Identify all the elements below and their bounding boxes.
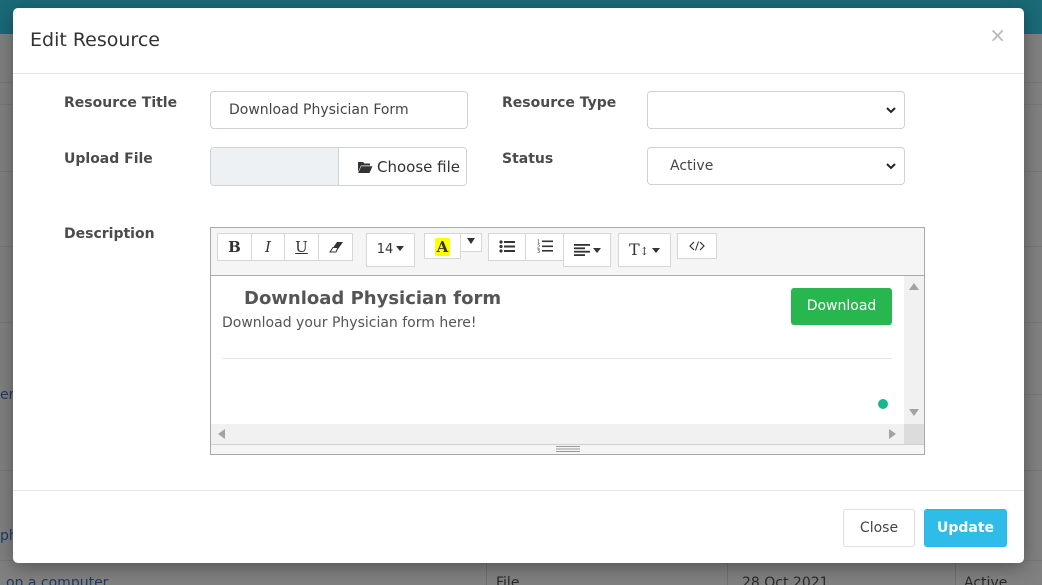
modal-title: Edit Resource (30, 29, 160, 51)
code-view-button[interactable] (677, 233, 717, 259)
chevron-down-icon (886, 163, 896, 170)
status-label: Status (502, 151, 554, 167)
vertical-scrollbar[interactable] (904, 276, 924, 424)
chevron-down-icon (886, 107, 896, 114)
font-size-dropdown[interactable]: 14 (366, 233, 415, 267)
highlight-icon: A (434, 238, 451, 256)
caret-down-icon (396, 246, 405, 251)
clear-format-button[interactable] (318, 233, 353, 261)
choose-file-button[interactable]: Choose file (338, 148, 466, 185)
style-dropdown[interactable]: T↕ (618, 233, 671, 267)
description-label: Description (64, 226, 155, 242)
modal-header: Edit Resource × (13, 8, 1024, 74)
editor-toolbar: B I U 14 A 123 T↕ (211, 228, 924, 276)
background-column-divider (955, 560, 956, 585)
editor-resize-bar[interactable] (211, 444, 924, 454)
content-heading: Download Physician form (244, 288, 502, 309)
caret-down-icon (592, 248, 601, 253)
modal-footer: Close Update (13, 490, 1024, 563)
svg-text:3: 3 (537, 249, 540, 253)
background-column-divider (486, 560, 487, 585)
background-status-cell: Active (964, 575, 1008, 585)
choose-file-label: Choose file (377, 158, 460, 176)
eraser-icon (328, 242, 343, 253)
folder-open-icon (358, 162, 373, 173)
bold-button[interactable]: B (217, 233, 252, 261)
italic-button[interactable]: I (251, 233, 285, 261)
unordered-list-button[interactable] (488, 233, 526, 261)
content-divider (222, 358, 892, 359)
font-size-value: 14 (376, 242, 394, 257)
horizontal-scrollbar[interactable] (211, 424, 904, 444)
paragraph-align-dropdown[interactable] (563, 233, 611, 267)
status-select[interactable]: Active (647, 147, 905, 185)
resize-grip-icon[interactable] (556, 446, 580, 452)
upload-file-input[interactable]: Choose file (210, 147, 467, 186)
rich-text-editor: B I U 14 A 123 T↕ Download Physician for… (210, 227, 925, 455)
resource-title-input[interactable]: Download Physician Form (210, 91, 468, 129)
caret-down-icon (651, 248, 660, 253)
highlight-color-dropdown[interactable] (460, 233, 482, 252)
upload-file-label: Upload File (64, 151, 153, 167)
arrows-vertical-icon: ↕ (639, 245, 649, 258)
bulleted-list-icon (499, 240, 515, 253)
resource-title-label: Resource Title (64, 95, 178, 111)
highlight-color-button[interactable]: A (424, 233, 461, 259)
content-subtext: Download your Physician form here! (222, 315, 477, 331)
update-button[interactable]: Update (924, 509, 1007, 547)
status-dot-icon (878, 399, 888, 409)
resource-type-label: Resource Type (502, 95, 617, 111)
underline-button[interactable]: U (284, 233, 319, 261)
close-icon[interactable]: × (989, 24, 1006, 46)
align-left-icon (573, 244, 590, 256)
background-column-divider (727, 560, 728, 585)
text-height-icon: T (629, 240, 640, 259)
scroll-up-arrow-icon[interactable] (909, 283, 919, 290)
background-link[interactable]: on a computer (6, 575, 108, 585)
scroll-down-arrow-icon[interactable] (909, 409, 919, 416)
scrollbar-corner (904, 424, 924, 444)
download-button[interactable]: Download (791, 288, 892, 325)
scroll-right-arrow-icon[interactable] (889, 429, 896, 439)
resource-type-select[interactable] (647, 91, 905, 129)
file-name-display (211, 148, 338, 185)
close-button[interactable]: Close (843, 509, 915, 547)
ordered-list-button[interactable]: 123 (525, 233, 564, 261)
editor-content-area[interactable]: Download Physician form Download your Ph… (211, 276, 904, 424)
background-type-cell: File (496, 575, 520, 585)
edit-resource-modal: Edit Resource × Resource Title Download … (13, 8, 1024, 563)
caret-down-icon (467, 238, 475, 244)
status-value: Active (670, 158, 714, 174)
scroll-left-arrow-icon[interactable] (218, 429, 225, 439)
code-icon (689, 241, 705, 251)
numbered-list-icon: 123 (537, 240, 553, 255)
background-date-cell: 28 Oct 2021 (742, 575, 829, 585)
